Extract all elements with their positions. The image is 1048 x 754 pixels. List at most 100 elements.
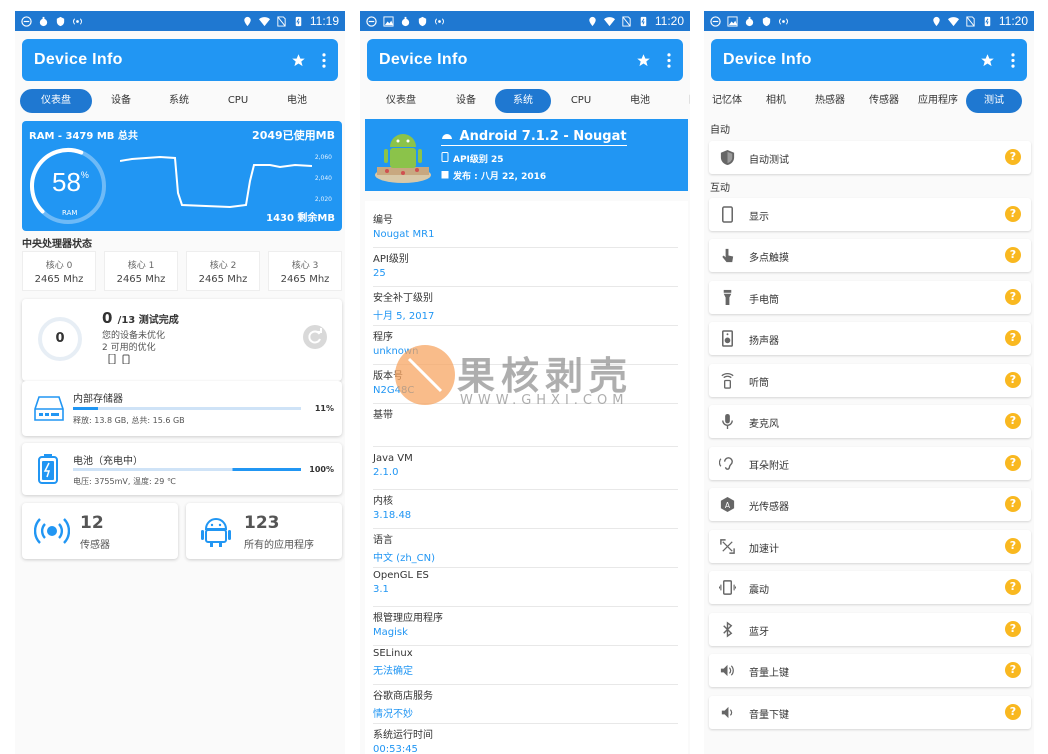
ram-total: RAM - 3479 MB 总共 bbox=[29, 131, 138, 142]
api-level-line: API级别 25 bbox=[441, 152, 504, 165]
star-icon[interactable] bbox=[636, 53, 651, 68]
core-card: 核心 0 2465 Mhz bbox=[22, 251, 96, 291]
test-row-speaker[interactable]: 扬声器? bbox=[709, 322, 1031, 355]
test-row-vibration[interactable]: 震动? bbox=[709, 571, 1031, 604]
test-row-light-sensor[interactable]: A 光传感器? bbox=[709, 488, 1031, 521]
notification-icon bbox=[710, 15, 721, 27]
sensor-icon bbox=[34, 518, 70, 544]
volume-up-icon bbox=[720, 664, 734, 677]
nougat-logo bbox=[375, 134, 431, 183]
calendar-icon bbox=[441, 171, 449, 179]
test-row-volume-down[interactable]: 音量下键? bbox=[709, 696, 1031, 729]
battery-title: 电池（充电中） bbox=[73, 456, 143, 467]
ram-usage-chart bbox=[120, 155, 312, 209]
tab-thermal[interactable]: 热感器 bbox=[802, 89, 858, 113]
star-icon[interactable] bbox=[291, 53, 306, 68]
mic-icon bbox=[722, 413, 733, 430]
ram-free: 1430 剩余MB bbox=[266, 213, 335, 224]
tab-apps[interactable]: 应用程序 bbox=[910, 89, 966, 113]
location-icon bbox=[933, 16, 940, 26]
tab-memory[interactable]: 记忆体 bbox=[704, 89, 750, 113]
flashlight-icon bbox=[723, 289, 732, 306]
more-vert-icon[interactable] bbox=[667, 52, 671, 68]
help-icon[interactable]: ? bbox=[1005, 621, 1021, 637]
test-row-volume-up[interactable]: 音量上键? bbox=[709, 654, 1031, 687]
app-bar: Device Info bbox=[367, 39, 683, 81]
test-row-display[interactable]: 显示? bbox=[709, 198, 1031, 231]
no-sim-icon bbox=[277, 15, 286, 27]
app-bar: Device Info bbox=[711, 39, 1027, 81]
wifi-icon bbox=[603, 16, 615, 26]
list-item: 谷歌商店服务 情况不妙 bbox=[373, 687, 678, 724]
tab-battery[interactable]: 电池 bbox=[611, 89, 669, 113]
tab-tests[interactable]: 测试 bbox=[966, 89, 1022, 113]
test-row-microphone[interactable]: 麦克风? bbox=[709, 405, 1031, 438]
help-icon[interactable]: ? bbox=[1005, 579, 1021, 595]
notification-icon bbox=[366, 15, 377, 27]
tab-battery[interactable]: 电池 bbox=[268, 89, 326, 113]
light-sensor-icon: A bbox=[720, 496, 735, 513]
no-sim-icon bbox=[966, 15, 975, 27]
help-icon[interactable]: ? bbox=[1005, 289, 1021, 305]
tests-card[interactable]: 0 0 /13 测试完成 您的设备未优化 2 可用的优化 bbox=[22, 299, 342, 381]
auto-test-row[interactable]: 自动测试 ? bbox=[709, 141, 1031, 174]
help-icon[interactable]: ? bbox=[1005, 538, 1021, 554]
test-row-multitouch[interactable]: 多点触摸? bbox=[709, 239, 1031, 272]
help-icon[interactable]: ? bbox=[1005, 330, 1021, 346]
tab-sensors[interactable]: 传感器 bbox=[858, 89, 910, 113]
help-icon[interactable]: ? bbox=[1005, 247, 1021, 263]
accelerometer-icon bbox=[720, 539, 735, 554]
ram-card[interactable]: RAM - 3479 MB 总共 2049已使用MB 58% RAM 2,060… bbox=[22, 121, 342, 231]
tab-camera[interactable]: 相机 bbox=[750, 89, 802, 113]
tab-network[interactable]: 网络 bbox=[669, 89, 690, 113]
sensors-label: 传感器 bbox=[80, 540, 110, 551]
help-icon[interactable]: ? bbox=[1005, 455, 1021, 471]
help-icon[interactable]: ? bbox=[1005, 662, 1021, 678]
apps-card[interactable]: 123 所有的应用程序 bbox=[186, 503, 342, 559]
battery-card[interactable]: 电池（充电中） 电压: 3755mV, 温度: 29 ℃ 100% bbox=[22, 443, 342, 495]
test-row-accelerometer[interactable]: 加速计? bbox=[709, 530, 1031, 563]
tab-system[interactable]: 系统 bbox=[495, 89, 551, 113]
ram-tick-2: 2,040 bbox=[314, 175, 332, 182]
test-row-earpiece[interactable]: 听筒? bbox=[709, 364, 1031, 397]
battery-charging-icon bbox=[640, 16, 647, 26]
tests-progress-circle: 0 bbox=[38, 317, 82, 361]
tab-system[interactable]: 系统 bbox=[150, 89, 208, 113]
help-icon[interactable]: ? bbox=[1005, 496, 1021, 512]
list-item: SELinux 无法确定 bbox=[373, 648, 678, 685]
location-icon bbox=[589, 16, 596, 26]
help-icon[interactable]: ? bbox=[1005, 413, 1021, 429]
notification-icon bbox=[21, 15, 32, 27]
tab-dashboard[interactable]: 仪表盘 bbox=[365, 89, 437, 113]
more-vert-icon[interactable] bbox=[322, 52, 326, 68]
os-version: Android 7.1.2 - Nougat bbox=[441, 129, 627, 146]
tab-dashboard[interactable]: 仪表盘 bbox=[20, 89, 92, 113]
tab-cpu[interactable]: CPU bbox=[208, 89, 268, 113]
more-vert-icon[interactable] bbox=[1011, 52, 1015, 68]
tab-device[interactable]: 设备 bbox=[437, 89, 495, 113]
test-row-flashlight[interactable]: 手电筒? bbox=[709, 281, 1031, 314]
app-title: Device Info bbox=[34, 51, 123, 68]
system-info-list: 编号 Nougat MR1 API级别 25 安全补丁级别 十月 5, 2017 程序… bbox=[365, 201, 688, 754]
tab-network[interactable]: 网络 bbox=[326, 89, 345, 113]
shield-status-icon bbox=[56, 16, 65, 26]
star-icon[interactable] bbox=[980, 53, 995, 68]
list-item: OpenGL ES 3.1 bbox=[373, 570, 678, 607]
help-icon[interactable]: ? bbox=[1005, 704, 1021, 720]
status-bar: 11:20 bbox=[704, 11, 1034, 31]
help-icon[interactable]: ? bbox=[1005, 206, 1021, 222]
hotspot-icon bbox=[779, 17, 788, 25]
tab-device[interactable]: 设备 bbox=[92, 89, 150, 113]
help-icon[interactable]: ? bbox=[1005, 372, 1021, 388]
sensors-card[interactable]: 12 传感器 bbox=[22, 503, 178, 559]
storage-card[interactable]: 内部存储器 释放: 13.8 GB, 总共: 15.6 GB 11% bbox=[22, 381, 342, 436]
test-row-proximity[interactable]: 耳朵附近? bbox=[709, 447, 1031, 480]
earpiece-icon bbox=[721, 372, 734, 389]
tab-cpu[interactable]: CPU bbox=[551, 89, 611, 113]
list-item: 根管理应用程序 Magisk bbox=[373, 609, 678, 646]
storage-bar bbox=[73, 407, 301, 410]
no-sim-icon bbox=[622, 15, 631, 27]
help-icon[interactable]: ? bbox=[1005, 149, 1021, 165]
test-row-bluetooth[interactable]: 蓝牙? bbox=[709, 613, 1031, 646]
refresh-button[interactable] bbox=[303, 325, 327, 349]
